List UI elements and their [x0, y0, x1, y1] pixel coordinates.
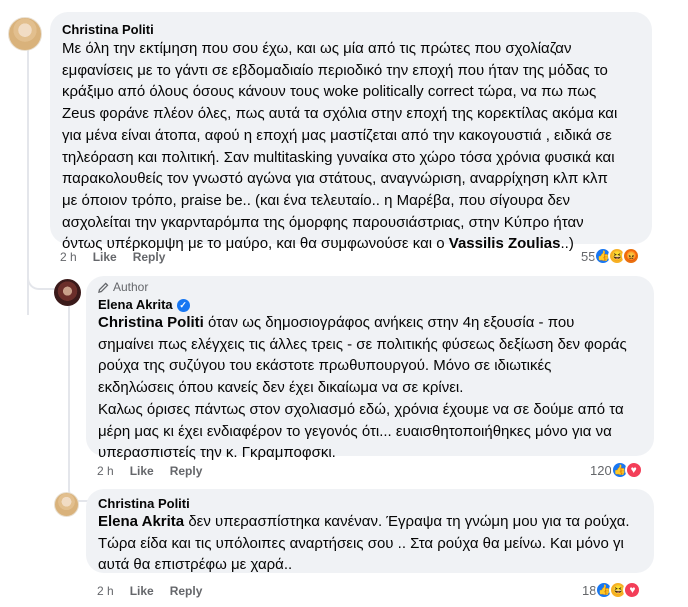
- comment-text: Elena Akrita δεν υπερασπίστηκα κανέναν. …: [98, 511, 650, 576]
- comment-line: με όποιον τρόπο, praise be.. (και ένα τε…: [62, 191, 571, 209]
- comment-text: Με όλη την εκτίμηση που σου έχω, και ως …: [62, 38, 647, 255]
- reply-button[interactable]: Reply: [170, 584, 203, 598]
- reply-button[interactable]: Reply: [133, 250, 166, 264]
- comment-line: αυτά θα επιστρέφω με χαρά..: [98, 556, 293, 574]
- comment-line: Με όλη την εκτίμηση που σου έχω, και ως …: [62, 40, 572, 57]
- comment-line: παρακολουθείς τον γνωστό αγώνα για στάτο…: [62, 170, 608, 188]
- comment-actions: 2 h Like Reply: [97, 464, 202, 478]
- comment-line: Christina Politi όταν ως δημοσιογράφος α…: [98, 312, 650, 334]
- mention-link[interactable]: Elena Akrita: [98, 513, 184, 530]
- reaction-count: 55: [581, 248, 596, 264]
- comment-timestamp[interactable]: 2 h: [97, 584, 114, 598]
- comment-line-text: ..): [560, 235, 574, 253]
- comment-author-name[interactable]: Elena Akrita: [98, 297, 173, 312]
- like-button[interactable]: Like: [130, 584, 154, 598]
- reaction-summary[interactable]: 18 👍 😆 ♥: [582, 581, 642, 599]
- comment-text: Christina Politi όταν ως δημοσιογράφος α…: [98, 312, 650, 464]
- author-badge-label: Author: [113, 280, 149, 294]
- comment-line: υπερασπιστείς την κ. Γκραμποφσκι.: [98, 444, 336, 462]
- mention-link[interactable]: Vassilis Zoulias: [449, 235, 561, 252]
- comment-author[interactable]: Christina Politi: [98, 496, 190, 511]
- comment-line: μέρη μας κι έχει ενδιαφέρον το γεγονός ό…: [98, 422, 612, 440]
- comment-line: εκδηλώσεις όπου κανείς δεν έχει δικαίωμα…: [98, 379, 464, 397]
- avatar[interactable]: [8, 17, 42, 51]
- comment-line: ρούχα της συζύγου του εκάστοτε πρωθυπουρ…: [98, 357, 552, 375]
- avatar[interactable]: [54, 279, 81, 306]
- comment-line: σημαίνει πως ελέγχεις τις άλλες τρεις - …: [98, 335, 627, 353]
- comment-actions: 2 h Like Reply: [97, 584, 202, 598]
- angry-reaction-icon: 😡: [622, 247, 641, 265]
- comment-line: Zeus φοράνε πλέον όλες, πως αυτά τα σχόλ…: [62, 105, 618, 123]
- reaction-summary[interactable]: 120 👍 ♥: [590, 461, 643, 479]
- comment-line: εμφανίσεις με το γάντι σε εβδομαδιαίο πε…: [62, 61, 608, 79]
- comment-line: για μένα είναι άτοπα, αφού η εποχή μας μ…: [62, 126, 612, 144]
- reaction-summary[interactable]: 55 👍 😆 😡: [581, 247, 641, 265]
- like-button[interactable]: Like: [93, 250, 117, 264]
- reply-button[interactable]: Reply: [170, 464, 203, 478]
- comment-timestamp[interactable]: 2 h: [97, 464, 114, 478]
- comment-line: τηλεόραση και πολιτική. Σαν multitasking…: [62, 148, 615, 166]
- reaction-count: 18: [582, 582, 597, 598]
- love-reaction-icon: ♥: [624, 461, 643, 479]
- like-button[interactable]: Like: [130, 464, 154, 478]
- author-badge: Author: [98, 280, 148, 294]
- thread-line: [68, 306, 70, 486]
- comment-author[interactable]: Christina Politi: [62, 22, 154, 37]
- reaction-count: 120: [590, 462, 612, 478]
- love-reaction-icon: ♥: [623, 581, 642, 599]
- comment-line: Elena Akrita δεν υπερασπίστηκα κανέναν. …: [98, 511, 650, 533]
- comment-line-text: όταν ως δημοσιογράφος ανήκεις στην 4η εξ…: [203, 314, 575, 331]
- comment-line: κράξιμο από όλους όσους κάνουν τους woke…: [62, 83, 597, 101]
- verified-badge-icon: ✓: [176, 299, 190, 313]
- pencil-icon: [98, 282, 109, 293]
- comment-timestamp[interactable]: 2 h: [60, 250, 77, 264]
- thread-connector: [27, 262, 55, 290]
- comment-line-text: δεν υπερασπίστηκα κανέναν. Έγραψα τη γνώ…: [184, 513, 630, 530]
- comment-line: ασχολείται την γκαρνταρόμπα της όμορφης …: [62, 213, 584, 231]
- comment-actions: 2 h Like Reply: [60, 250, 165, 264]
- comment-author: Elena Akrita ✓: [98, 297, 190, 313]
- comment-line: Καλως όρισες πάντως στον σχολιασμό εδώ, …: [98, 400, 624, 418]
- mention-link[interactable]: Christina Politi: [98, 314, 204, 331]
- comment-line: Τώρα είδα και τις υπόλοιπες αναρτήσεις σ…: [98, 534, 624, 552]
- avatar[interactable]: [54, 492, 79, 517]
